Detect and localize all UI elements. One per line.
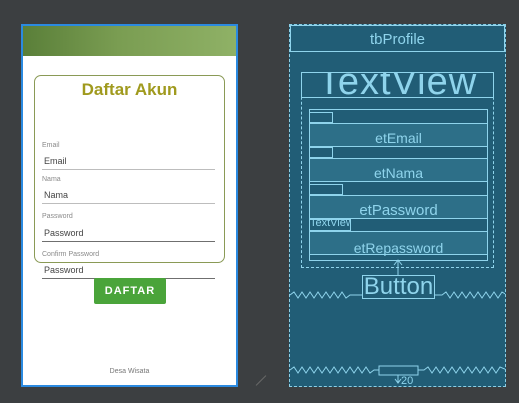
nama-underline [42, 203, 215, 204]
nama-label: Nama [42, 176, 61, 183]
bp-nama-label-box[interactable] [309, 147, 333, 158]
daftar-button[interactable]: DAFTAR [94, 278, 166, 304]
bp-bottom-margin: 20 [401, 375, 414, 387]
bp-password-label: etPassword [359, 202, 438, 219]
bp-title-textview[interactable]: TextView [301, 72, 494, 98]
password-label: Password [42, 213, 73, 220]
bp-button-box[interactable]: Button [362, 275, 435, 299]
bp-toolbar-label: tbProfile [369, 31, 426, 48]
password-underline [42, 241, 215, 242]
bp-email-label-box[interactable] [309, 112, 333, 123]
email-field[interactable]: Email [44, 156, 67, 166]
confirm-password-label: Confirm Password [42, 251, 100, 258]
email-label: Email [42, 142, 60, 149]
design-preview[interactable]: Daftar Akun Email Email Nama Nama Passwo… [21, 24, 238, 387]
bp-footer-constraints [290, 365, 505, 384]
password-field[interactable]: Password [44, 228, 84, 238]
toolbar [23, 26, 236, 56]
email-underline [42, 169, 215, 170]
bp-title-label: TextView [317, 72, 478, 98]
blueprint-preview[interactable]: tbProfile TextView etEmail etNama etPass… [289, 24, 506, 387]
panel-divider-handle[interactable] [255, 375, 267, 386]
footer-text: Desa Wisata [109, 368, 150, 375]
phone-screen: Daftar Akun Email Email Nama Nama Passwo… [23, 26, 236, 385]
bp-email-label: etEmail [375, 130, 422, 146]
bp-nama-label: etNama [373, 165, 424, 181]
card-title: Daftar Akun [81, 80, 178, 99]
confirm-password-field[interactable]: Password [44, 265, 84, 275]
bp-repassword-label: etRepassword [353, 240, 444, 256]
bp-button-label: Button [363, 275, 434, 299]
nama-field[interactable]: Nama [44, 190, 68, 200]
register-card: Daftar Akun Email Email Nama Nama Passwo… [34, 75, 225, 279]
bp-password-label-box[interactable] [309, 184, 343, 195]
bp-small-textview-label: TextView [310, 219, 351, 229]
bp-small-textview[interactable]: TextView [309, 219, 351, 231]
